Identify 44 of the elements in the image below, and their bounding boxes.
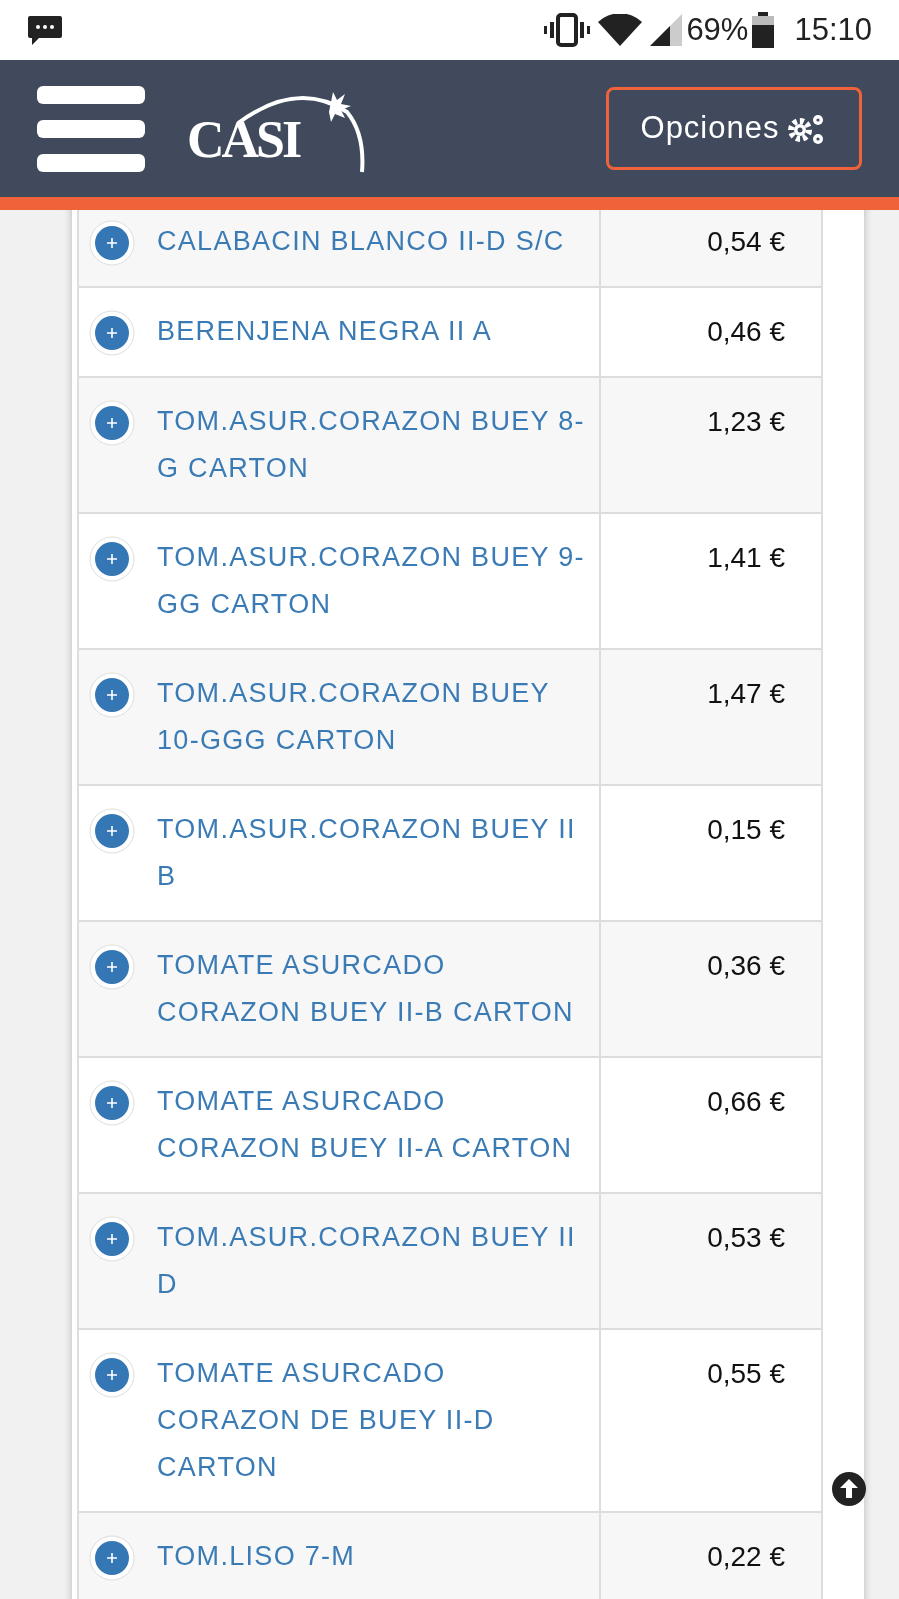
product-name[interactable]: TOMATE ASURCADO CORAZON DE BUEY II-D CARTON bbox=[157, 1350, 595, 1491]
expand-icon[interactable] bbox=[89, 536, 135, 582]
expand-icon[interactable] bbox=[89, 310, 135, 356]
price: 0,15 € bbox=[707, 813, 785, 847]
price: 0,22 € bbox=[707, 1540, 785, 1574]
options-button[interactable]: Opciones bbox=[606, 87, 862, 170]
logo-text: CASI bbox=[187, 113, 300, 166]
expand-icon[interactable] bbox=[89, 220, 135, 266]
price: 0,66 € bbox=[707, 1085, 785, 1119]
expand-icon[interactable] bbox=[89, 400, 135, 446]
clock-time: 15:10 bbox=[794, 10, 872, 49]
expand-icon[interactable] bbox=[89, 1080, 135, 1126]
expand-icon[interactable] bbox=[89, 944, 135, 990]
product-name[interactable]: TOM.ASUR.CORAZON BUEY II D bbox=[157, 1214, 595, 1308]
scroll-top-icon[interactable] bbox=[831, 1471, 867, 1507]
product-name[interactable]: TOM.LISO 7-M bbox=[157, 1533, 356, 1580]
battery-percent: 69% bbox=[686, 10, 749, 49]
expand-icon[interactable] bbox=[89, 672, 135, 718]
wifi-icon bbox=[598, 14, 643, 46]
price: 0,36 € bbox=[707, 949, 785, 983]
product-name[interactable]: TOM.ASUR.CORAZON BUEY II B bbox=[157, 806, 595, 900]
expand-icon[interactable] bbox=[89, 808, 135, 854]
price: 1,23 € bbox=[707, 405, 785, 439]
expand-icon[interactable] bbox=[89, 1216, 135, 1262]
product-name[interactable]: TOMATE ASURCADO CORAZON BUEY II-B CARTON bbox=[157, 942, 595, 1036]
price: 1,47 € bbox=[707, 677, 785, 711]
message-icon bbox=[27, 14, 63, 46]
battery-icon bbox=[752, 12, 775, 48]
expand-icon[interactable] bbox=[89, 1352, 135, 1398]
product-name[interactable]: BERENJENA NEGRA II A bbox=[157, 308, 493, 355]
product-name[interactable]: TOMATE ASURCADO CORAZON BUEY II-A CARTON bbox=[157, 1078, 595, 1172]
price: 0,46 € bbox=[707, 315, 785, 349]
price: 0,54 € bbox=[707, 225, 785, 259]
expand-icon[interactable] bbox=[89, 1535, 135, 1581]
menu-icon[interactable] bbox=[37, 85, 145, 172]
product-name[interactable]: TOM.ASUR.CORAZON BUEY 10-GGG CARTON bbox=[157, 670, 595, 764]
product-name[interactable]: TOM.ASUR.CORAZON BUEY 9-GG CARTON bbox=[157, 534, 595, 628]
price: 1,41 € bbox=[707, 541, 785, 575]
product-name[interactable]: CALABACIN BLANCO II-D S/C bbox=[157, 218, 565, 265]
vibrate-icon bbox=[544, 13, 591, 47]
price: 0,55 € bbox=[707, 1357, 785, 1391]
signal-icon bbox=[650, 14, 683, 46]
product-name[interactable]: TOM.ASUR.CORAZON BUEY 8-G CARTON bbox=[157, 398, 595, 492]
price: 0,53 € bbox=[707, 1221, 785, 1255]
